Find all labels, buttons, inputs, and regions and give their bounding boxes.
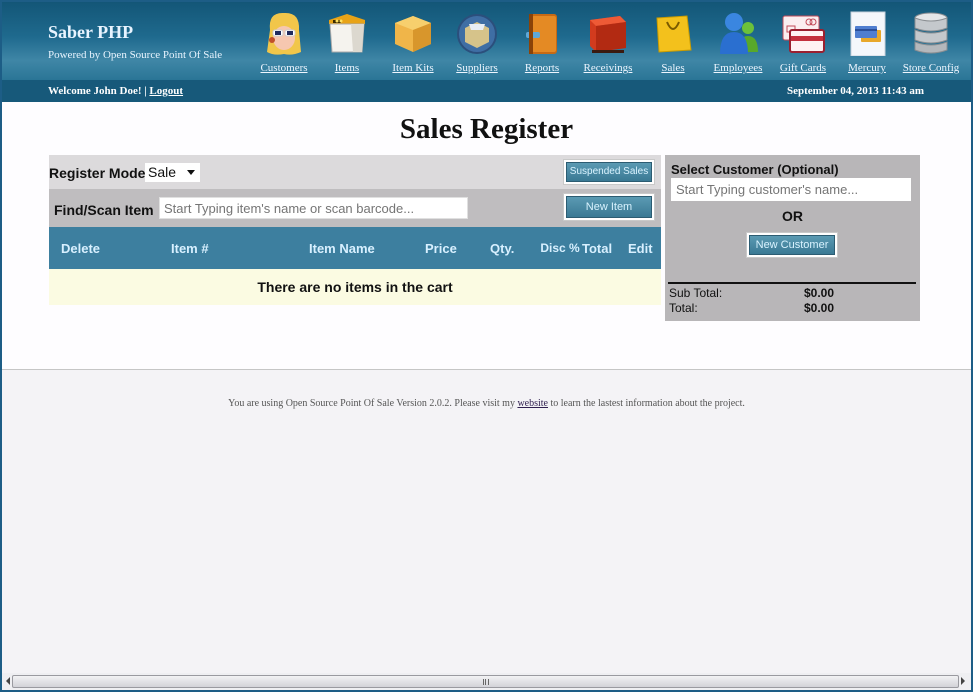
nav-label: Reports [524, 62, 560, 74]
nav-store-config[interactable]: Store Config [902, 10, 960, 74]
col-qty: Qty. [490, 227, 540, 269]
nav-label: Customers [260, 62, 308, 74]
subtotal-row: Sub Total: $0.00 [669, 286, 909, 301]
page-title: Sales Register [399, 113, 574, 145]
nav-label: Sales [661, 62, 685, 74]
col-item-number: Item # [159, 227, 297, 269]
total-label: Total: [669, 301, 698, 315]
new-customer-wrap: New Customer [746, 232, 838, 258]
nav-label: Suppliers [456, 62, 498, 74]
customer-panel: Select Customer (Optional) OR New Custom… [665, 155, 920, 321]
main-content: Sales Register Register Mode Sale Suspen… [2, 102, 971, 370]
register-mode-row: Register Mode Sale Suspended Sales [49, 155, 661, 189]
suspended-sales-wrap: Suspended Sales [563, 159, 655, 185]
nav-label: Receivings [583, 62, 633, 74]
horizontal-scrollbar[interactable] [2, 673, 971, 690]
footer-text-before: You are using Open Source Point Of Sale … [228, 398, 518, 409]
scroll-right-icon[interactable] [961, 677, 965, 685]
nav-mercury[interactable]: Mercury [845, 10, 889, 74]
nav-suppliers[interactable]: Suppliers [451, 10, 503, 74]
logout-link[interactable]: Logout [149, 85, 183, 97]
scroll-left-icon[interactable] [6, 677, 10, 685]
nav-receivings[interactable]: Receivings [582, 10, 634, 74]
register-mode-value: Sale [148, 164, 177, 180]
welcome-message: Welcome John Doe! | Logout [48, 85, 183, 97]
nav-label: Mercury [848, 62, 886, 74]
total-row: Total: $0.00 [669, 301, 909, 316]
scrollbar-thumb[interactable] [12, 675, 959, 688]
footer-text-after: to learn the lastest information about t… [548, 398, 745, 409]
reports-icon [520, 10, 564, 56]
status-bar: Welcome John Doe! | Logout September 04,… [2, 80, 971, 102]
item-kits-icon [391, 10, 435, 56]
nav-label: Items [334, 62, 360, 74]
customers-icon [262, 10, 306, 56]
register-mode-label: Register Mode [49, 165, 146, 181]
totals-divider [668, 282, 916, 284]
nav-item-kits[interactable]: Item Kits [385, 10, 441, 74]
cart-empty-message: There are no items in the cart [49, 269, 661, 305]
find-item-row: Find/Scan Item New Item [49, 189, 661, 227]
cart-table: Delete Item # Item Name Price Qty. Disc … [49, 227, 661, 305]
footer: You are using Open Source Point Of Sale … [2, 398, 971, 409]
col-item-name: Item Name [297, 227, 425, 269]
customer-search-input[interactable] [671, 178, 911, 201]
employees-icon [716, 10, 760, 56]
new-customer-button[interactable]: New Customer [749, 235, 835, 255]
chevron-down-icon [187, 170, 195, 175]
subtotal-label: Sub Total: [669, 286, 723, 300]
new-item-button[interactable]: New Item [566, 196, 652, 218]
nav-items[interactable]: Items [322, 10, 372, 74]
col-total: Total [580, 227, 628, 269]
app-subtitle: Powered by Open Source Point Of Sale [48, 49, 223, 61]
nav-gift-cards[interactable]: Gift Cards [777, 10, 829, 74]
nav-label: Gift Cards [779, 62, 827, 74]
footer-divider [2, 369, 971, 370]
totals: Sub Total: $0.00 Total: $0.00 [669, 286, 909, 316]
nav-employees[interactable]: Employees [712, 10, 764, 74]
sales-icon [651, 10, 695, 56]
menubar: Saber PHP Powered by Open Source Point O… [2, 2, 971, 80]
nav-label: Item Kits [392, 62, 434, 74]
col-edit: Edit [628, 227, 661, 269]
app-title: Saber PHP [48, 22, 134, 42]
nav-label: Employees [713, 62, 763, 74]
cart-empty-row: There are no items in the cart [49, 269, 661, 305]
receivings-icon [586, 10, 630, 56]
subtotal-value: $0.00 [804, 286, 835, 300]
col-disc: Disc % [540, 227, 580, 269]
gift-cards-icon [781, 10, 825, 56]
or-label: OR [782, 208, 803, 224]
nav-customers[interactable]: Customers [257, 10, 311, 74]
cart-header-row: Delete Item # Item Name Price Qty. Disc … [49, 227, 661, 269]
register-panel: Register Mode Sale Suspended Sales Find/… [49, 155, 661, 305]
brand: Saber PHP Powered by Open Source Point O… [48, 22, 222, 61]
suspended-sales-button[interactable]: Suspended Sales [566, 162, 652, 182]
mercury-icon [845, 10, 889, 56]
nav-label: Store Config [902, 62, 960, 74]
grip-icon [483, 679, 489, 685]
find-item-label: Find/Scan Item [54, 202, 154, 218]
select-customer-label: Select Customer (Optional) [671, 162, 839, 177]
new-item-wrap: New Item [563, 193, 655, 221]
store-config-icon [909, 10, 953, 56]
register-mode-select[interactable]: Sale [145, 163, 200, 182]
items-icon [325, 10, 369, 56]
browser-window: Saber PHP Powered by Open Source Point O… [2, 2, 971, 690]
nav-reports[interactable]: Reports [520, 10, 564, 74]
col-price: Price [425, 227, 490, 269]
website-link[interactable]: website [517, 398, 548, 409]
suppliers-icon [455, 10, 499, 56]
find-item-input[interactable] [159, 197, 468, 219]
total-value: $0.00 [804, 301, 835, 315]
current-datetime: September 04, 2013 11:43 am [787, 85, 924, 97]
nav-sales[interactable]: Sales [652, 10, 694, 74]
welcome-text: Welcome John Doe! [48, 85, 142, 97]
col-delete: Delete [49, 227, 159, 269]
